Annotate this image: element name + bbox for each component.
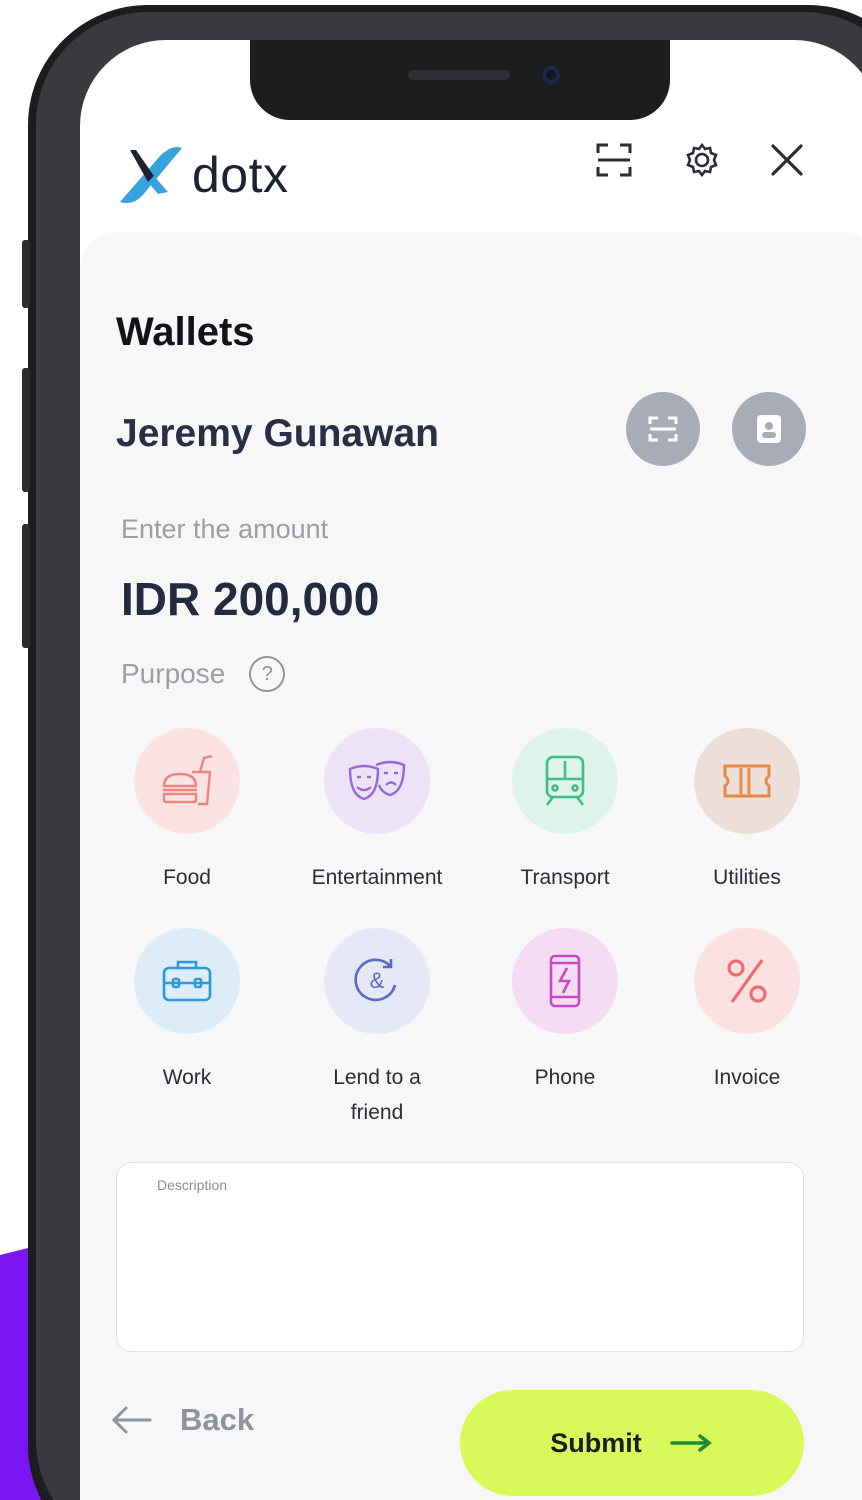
- category-label: Transport: [520, 866, 610, 889]
- amount-label: Enter the amount: [121, 514, 329, 544]
- theater-masks-icon: [348, 760, 406, 801]
- contact-book-icon: [757, 415, 781, 443]
- phone-side-button: [22, 524, 30, 648]
- category-food[interactable]: Food: [97, 728, 277, 895]
- amount-input[interactable]: IDR 200,000: [121, 572, 379, 626]
- svg-text:&: &: [370, 968, 385, 993]
- back-label: Back: [180, 1402, 255, 1437]
- category-lend-to-a-friend[interactable]: & Lend to a friend: [287, 928, 467, 1130]
- category-label: Work: [162, 1066, 212, 1089]
- speaker: [408, 70, 510, 80]
- briefcase-icon: [162, 960, 212, 1002]
- stage: dotx Wallets Jeremy Gunawan Enter the am…: [0, 0, 862, 1500]
- description-label: Description: [157, 1177, 228, 1193]
- description-field[interactable]: Description: [116, 1162, 804, 1352]
- recipient-name: Jeremy Gunawan: [116, 412, 439, 455]
- page-title: Wallets: [116, 310, 255, 354]
- category-label: Entertainment: [311, 866, 443, 889]
- description-input[interactable]: [155, 1203, 775, 1333]
- submit-label: Submit: [550, 1427, 642, 1458]
- train-icon: [545, 755, 585, 806]
- category-icon-circle: [694, 728, 800, 834]
- logo-text: dotx: [192, 147, 289, 203]
- phone-icon: [549, 954, 581, 1008]
- arrow-left-icon: [111, 1406, 152, 1434]
- ampersand-icon: &: [354, 958, 397, 1002]
- category-icon-circle: [134, 728, 240, 834]
- arrow-right-icon: [669, 1434, 712, 1452]
- ticket-icon: [723, 764, 771, 798]
- scan-recipient-button[interactable]: [626, 392, 700, 466]
- category-entertainment[interactable]: Entertainment: [287, 728, 467, 895]
- category-icon-circle: [324, 728, 430, 834]
- category-label: Invoice: [713, 1066, 781, 1089]
- help-icon[interactable]: ?: [249, 656, 286, 692]
- contacts-button[interactable]: [732, 392, 806, 466]
- burger-drink-icon: [162, 754, 213, 806]
- gear-icon[interactable]: [680, 138, 724, 182]
- category-label: Utilities: [713, 866, 781, 889]
- category-label: Lend to a friend: [333, 1066, 421, 1124]
- phone-side-button: [22, 240, 30, 308]
- submit-button[interactable]: Submit: [460, 1390, 804, 1496]
- phone-notch: [250, 40, 670, 120]
- back-button[interactable]: Back: [110, 1402, 254, 1438]
- scan-icon: [648, 416, 678, 442]
- category-label: Phone: [534, 1066, 596, 1089]
- category-phone[interactable]: Phone: [475, 928, 655, 1095]
- phone-side-button: [22, 368, 30, 492]
- app-logo: dotx: [116, 140, 289, 210]
- category-icon-circle: [134, 928, 240, 1034]
- purpose-label: Purpose: [121, 658, 226, 689]
- category-icon-circle: &: [324, 928, 430, 1034]
- category-icon-circle: [512, 728, 618, 834]
- category-label: Food: [163, 866, 211, 889]
- scan-icon[interactable]: [592, 138, 636, 182]
- category-work[interactable]: Work: [97, 928, 277, 1095]
- category-icon-circle: [512, 928, 618, 1034]
- category-utilities[interactable]: Utilities: [657, 728, 837, 895]
- category-icon-circle: [694, 928, 800, 1034]
- percent-icon: [727, 959, 767, 1003]
- category-transport[interactable]: Transport: [475, 728, 655, 895]
- close-icon[interactable]: [765, 138, 809, 182]
- dotx-logo-mark: [120, 147, 182, 204]
- app-screen: dotx Wallets Jeremy Gunawan Enter the am…: [80, 40, 862, 1500]
- wallet-form: Wallets Jeremy Gunawan Enter the amount …: [80, 232, 862, 1500]
- camera: [542, 66, 560, 84]
- category-invoice[interactable]: Invoice: [657, 928, 837, 1095]
- purpose-row: Purpose ?: [121, 656, 286, 692]
